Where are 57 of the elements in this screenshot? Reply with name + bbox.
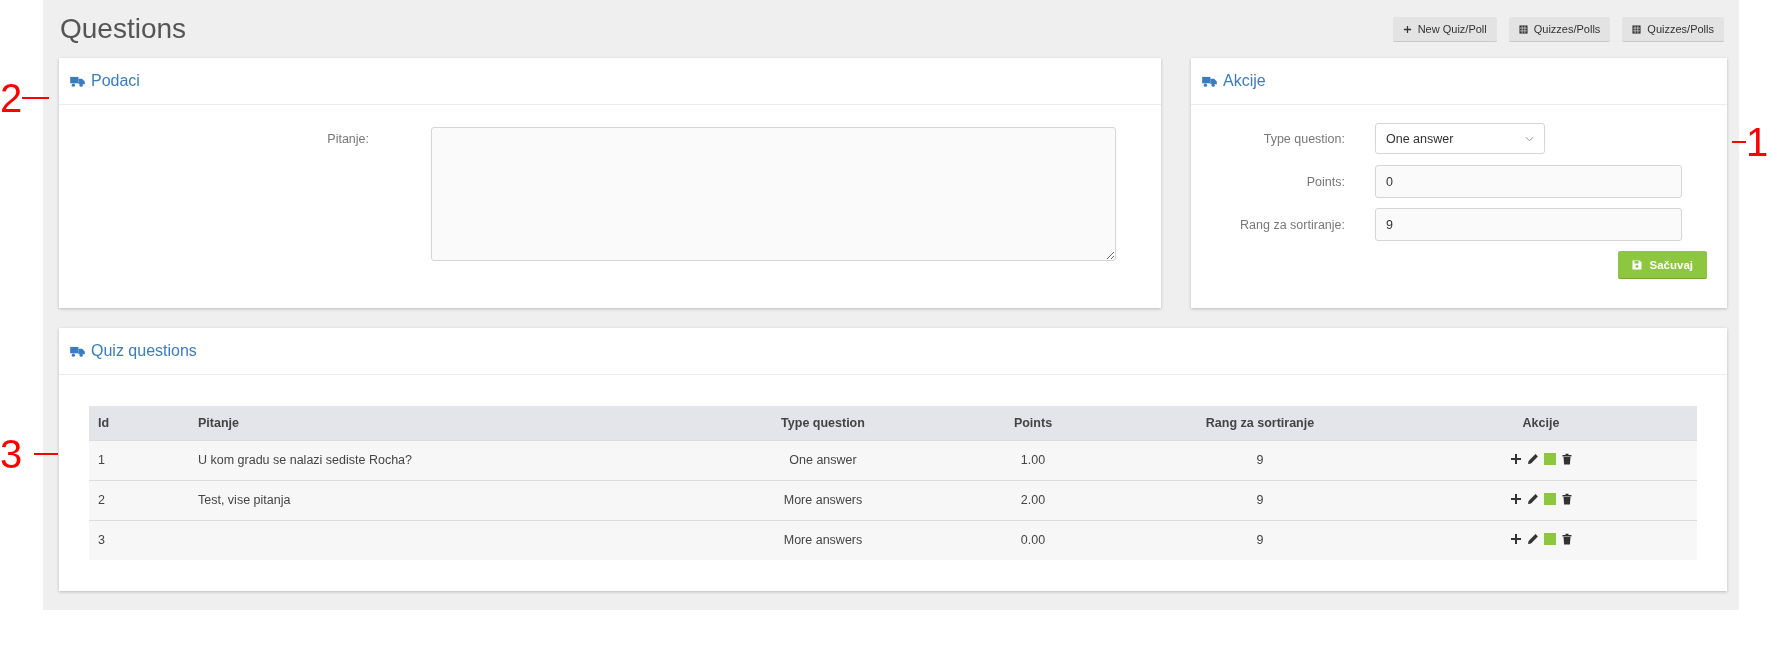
table-cell: 3: [98, 533, 105, 548]
table-cell: 0.00: [1020, 533, 1046, 548]
trash-icon[interactable]: [1560, 452, 1573, 465]
truck-icon: [70, 345, 85, 357]
column-header: Points: [1013, 415, 1053, 430]
field-label: Rang za sortiranje:: [1239, 217, 1345, 232]
floppy-icon: [1631, 259, 1642, 270]
field-label: Points:: [1305, 174, 1345, 189]
page-title: Questions: [59, 13, 187, 45]
plus-icon[interactable]: [1509, 532, 1522, 545]
truck-icon: [70, 75, 85, 87]
table-cell: More answers: [783, 533, 863, 548]
pencil-icon[interactable]: [1526, 492, 1539, 505]
table-cell: More answers: [783, 493, 863, 507]
table-cell: 2: [98, 493, 105, 507]
truck-icon: [1202, 75, 1217, 87]
leader-line: [34, 453, 59, 455]
table-cell: 1: [98, 453, 105, 467]
panel-title: Quiz questions: [91, 342, 197, 360]
callout-number: 3: [0, 434, 23, 474]
plus-icon[interactable]: [1509, 492, 1522, 505]
column-header: Rang za sortiranje: [1205, 415, 1315, 430]
pencil-icon[interactable]: [1526, 452, 1539, 465]
trash-icon[interactable]: [1560, 492, 1573, 505]
toolbar-button[interactable]: New Quiz/Poll: [1392, 17, 1497, 42]
type-dropdown[interactable]: One answer: [1375, 123, 1545, 154]
table-cell: 2.00: [1020, 493, 1046, 507]
input-field[interactable]: 0: [1375, 165, 1682, 198]
table-cell: 9: [1256, 453, 1264, 467]
table-cell: U kom gradu se nalazi sediste Rocha?: [198, 453, 412, 467]
table-cell: Test, vise pitanja: [198, 493, 291, 507]
field-label: Type question:: [1262, 131, 1345, 146]
input-field[interactable]: 9: [1375, 208, 1682, 241]
grid-icon: [1632, 24, 1642, 34]
toolbar-button[interactable]: Quizzes/Polls: [1508, 17, 1611, 42]
column-header: Pitanje: [198, 415, 239, 430]
trash-icon[interactable]: [1560, 532, 1573, 545]
leader-line: [1732, 141, 1746, 143]
table-cell: 9: [1256, 493, 1264, 507]
column-header: Id: [98, 415, 110, 430]
callout-number: 2: [0, 78, 23, 118]
pencil-icon[interactable]: [1526, 532, 1539, 545]
chevron-icon: [1525, 135, 1534, 142]
callout-number: 1: [1746, 122, 1769, 162]
panel-title: Akcije: [1223, 72, 1266, 90]
column-header: Akcije: [1522, 415, 1560, 430]
plus-icon: [1402, 24, 1412, 34]
toolbar-button[interactable]: Quizzes/Polls: [1622, 17, 1724, 42]
plus-icon[interactable]: [1509, 452, 1522, 465]
table-cell: 9: [1256, 533, 1264, 548]
table-cell: One answer: [789, 453, 857, 467]
field-label: Pitanje:: [326, 131, 369, 148]
column-header: Type question: [781, 415, 865, 430]
leader-line: [22, 97, 50, 99]
grid-icon: [1518, 24, 1528, 34]
table-cell: 1.00: [1020, 453, 1046, 467]
panel-title: Podaci: [91, 72, 140, 90]
